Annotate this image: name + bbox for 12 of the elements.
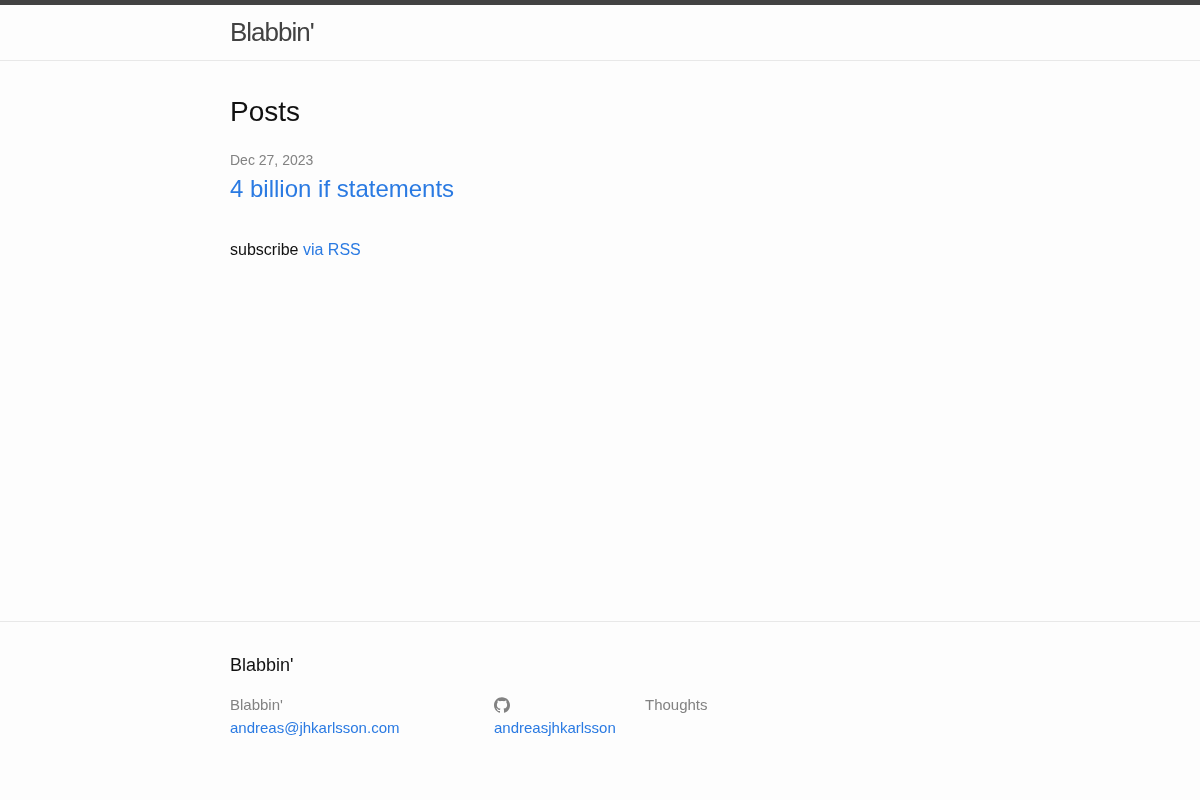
rss-subscribe-text: subscribe via RSS: [230, 240, 361, 260]
post-date: Dec 27, 2023: [230, 151, 314, 170]
post-title-link[interactable]: 4 billion if statements: [230, 171, 455, 207]
page-heading: Posts: [230, 95, 302, 129]
email-link[interactable]: andreas@jhkarlsson.com: [230, 716, 400, 739]
github-username-link[interactable]: andreasjhkarlsson: [494, 716, 616, 739]
site-description: Thoughts: [645, 695, 708, 715]
github-icon[interactable]: [494, 697, 510, 714]
site-title-link[interactable]: Blabbin': [230, 5, 314, 59]
footer-heading: Blabbin': [230, 654, 294, 677]
rss-link[interactable]: via RSS: [302, 241, 361, 258]
footer-site-name: Blabbin': [230, 695, 283, 715]
